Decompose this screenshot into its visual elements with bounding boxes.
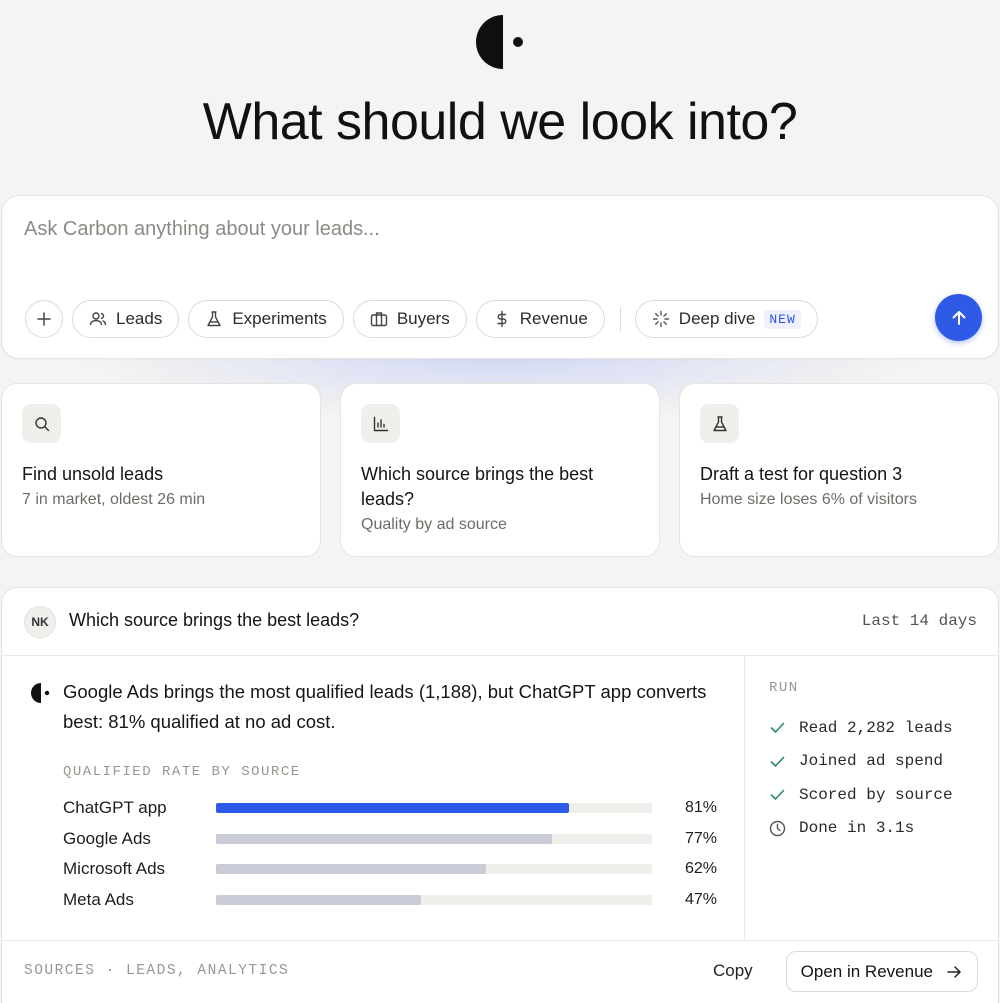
briefcase-icon <box>370 310 388 328</box>
bar <box>216 803 570 814</box>
bar-category-label: ChatGPT app <box>63 798 167 818</box>
run-label: RUN <box>769 680 799 696</box>
flask-icon <box>700 404 739 443</box>
chip-leads[interactable]: Leads <box>72 300 180 338</box>
prompt-toolbar: Leads Experiments Buyers Revenue Deep di… <box>25 300 827 338</box>
run-step-text: Done in 3.1s <box>799 819 915 838</box>
open-button-label: Open in Revenue <box>800 961 933 981</box>
avatar: NK <box>24 606 56 638</box>
bar <box>216 833 552 844</box>
bar-row: Meta Ads 47% <box>63 885 723 916</box>
card-subtitle: Quality by ad source <box>361 516 507 533</box>
arrow-up-icon <box>952 310 965 325</box>
run-step-text: Scored by source <box>799 785 953 804</box>
check-icon <box>769 753 786 770</box>
dollar-icon <box>493 310 511 328</box>
bar-track <box>216 833 652 844</box>
run-step-text: Joined ad spend <box>799 752 944 771</box>
qualified-rate-chart: ChatGPT app 81% Google Ads 77% Microsoft Ads… <box>63 793 723 915</box>
suggestion-card-best-source[interactable]: Which source brings the best leads? Qual… <box>340 383 660 557</box>
run-steps: Read 2,282 leads Joined ad spend Scored … <box>769 711 953 845</box>
card-title-wrap: Which source brings the best leads? Qual… <box>361 462 641 537</box>
bar-row: Microsoft Ads 62% <box>63 854 723 885</box>
carbon-logo <box>476 15 523 69</box>
carbon-mark-icon <box>31 683 50 703</box>
page-title: What should we look into? <box>202 93 798 151</box>
send-button[interactable] <box>935 294 982 341</box>
chip-label: Experiments <box>232 309 327 328</box>
run-step: Done in 3.1s <box>769 812 953 846</box>
result-panel: NK Which source brings the best leads? L… <box>1 587 999 1003</box>
sparkle-loader-icon <box>652 310 670 328</box>
new-badge: NEW <box>764 309 801 329</box>
run-step: Read 2,282 leads <box>769 711 953 745</box>
suggestion-card-draft-test[interactable]: Draft a test for question 3 Home size lo… <box>679 383 999 557</box>
bar-value-label: 81% <box>684 799 717 817</box>
bar-value-label: 77% <box>684 829 717 847</box>
sources-label: SOURCES · LEADS, ANALYTICS <box>24 963 290 979</box>
answer-text: Google Ads brings the most qualified lea… <box>63 681 707 732</box>
run-step: Scored by source <box>769 778 953 812</box>
chip-buyers[interactable]: Buyers <box>352 300 467 338</box>
bar-row: Google Ads 77% <box>63 824 723 855</box>
open-in-revenue-button[interactable]: Open in Revenue <box>785 951 978 992</box>
bar <box>216 864 487 875</box>
bar-category-label: Microsoft Ads <box>63 859 166 879</box>
card-title: Draft a test for question 3 <box>700 464 903 484</box>
card-subtitle: 7 in market, oldest 26 min <box>22 491 206 508</box>
clock-icon <box>769 820 786 837</box>
bar-category-label: Meta Ads <box>63 889 134 909</box>
suggestion-card-unsold-leads[interactable]: Find unsold leads 7 in market, oldest 26… <box>1 383 321 557</box>
card-title: Which source brings the best leads? <box>361 464 594 509</box>
plus-icon <box>37 312 51 326</box>
result-header: NK Which source brings the best leads? L… <box>2 588 998 656</box>
arrow-right-icon <box>945 963 963 981</box>
search-icon <box>22 404 61 443</box>
check-icon <box>769 719 786 736</box>
chip-deep-dive[interactable]: Deep dive NEW <box>634 300 818 338</box>
copy-button[interactable]: Copy <box>713 961 753 981</box>
add-button[interactable] <box>25 300 63 338</box>
flask-icon <box>205 310 223 328</box>
chip-label: Deep dive <box>678 309 756 328</box>
bar <box>216 894 421 905</box>
prompt-input[interactable] <box>24 218 904 241</box>
card-title: Find unsold leads <box>22 464 164 484</box>
result-question: Which source brings the best leads? <box>69 610 360 630</box>
chip-experiments[interactable]: Experiments <box>188 300 344 338</box>
card-subtitle: Home size loses 6% of visitors <box>700 491 917 508</box>
card-title-wrap: Draft a test for question 3 Home size lo… <box>700 462 980 512</box>
bar-value-label: 47% <box>684 890 717 908</box>
run-step: Joined ad spend <box>769 745 953 779</box>
bar-track <box>216 894 652 905</box>
run-panel: RUN Read 2,282 leads Joined ad spend Sco… <box>744 656 998 940</box>
bar-track <box>216 864 652 875</box>
toolbar-divider <box>619 307 621 331</box>
bar-chart-icon <box>361 404 400 443</box>
chip-revenue[interactable]: Revenue <box>475 300 605 338</box>
chip-label: Buyers <box>396 309 450 328</box>
bar-row: ChatGPT app 81% <box>63 793 723 824</box>
chart-title: QUALIFIED RATE BY SOURCE <box>63 764 301 780</box>
check-icon <box>769 786 786 803</box>
date-range[interactable]: Last 14 days <box>862 612 977 630</box>
bar-category-label: Google Ads <box>63 828 151 848</box>
run-step-text: Read 2,282 leads <box>799 718 953 737</box>
users-icon <box>89 310 107 328</box>
chip-label: Leads <box>116 309 163 328</box>
chip-label: Revenue <box>519 309 588 328</box>
result-footer: SOURCES · LEADS, ANALYTICS Copy Open in … <box>2 940 998 1003</box>
bar-track <box>216 803 652 814</box>
bar-value-label: 62% <box>684 860 717 878</box>
card-title-wrap: Find unsold leads 7 in market, oldest 26… <box>22 462 302 512</box>
prompt-box: Leads Experiments Buyers Revenue Deep d <box>1 195 999 359</box>
